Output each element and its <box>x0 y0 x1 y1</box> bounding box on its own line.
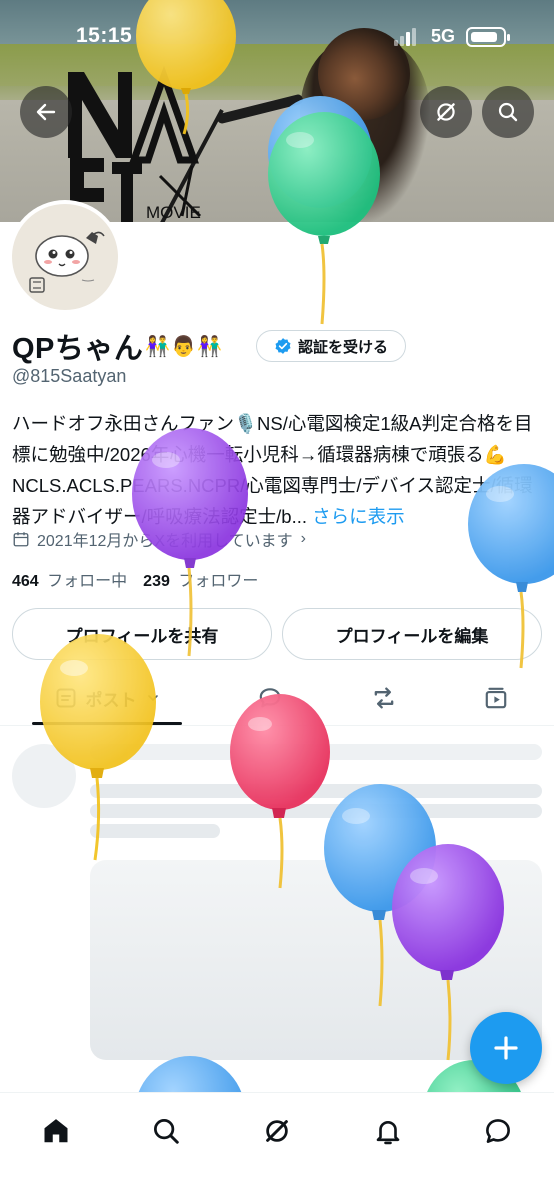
chevron-right-icon: › <box>300 530 306 547</box>
skeleton-line <box>90 784 542 798</box>
search-icon <box>154 1119 179 1144</box>
name-emoji: 👫👨👫 <box>145 334 224 358</box>
get-verified-button[interactable]: 認証を受ける <box>256 330 406 362</box>
bio-more-link[interactable]: さらに表示 <box>312 506 405 527</box>
grok-button[interactable] <box>420 86 472 138</box>
bio-text: ハードオフ永田さんファン🎙️NS/心電図検定1級A判定合格を目標に勉強中/202… <box>12 413 533 527</box>
tab-posts[interactable]: ポスト <box>32 670 182 726</box>
network-type: 5G <box>431 26 456 46</box>
chevron-down-icon <box>147 695 158 702</box>
nav-search[interactable] <box>142 1107 190 1155</box>
plus-icon <box>494 1036 518 1060</box>
back-button[interactable] <box>20 86 72 138</box>
active-tab-indicator <box>32 722 182 725</box>
avatar[interactable] <box>8 200 122 314</box>
compose-post-button[interactable] <box>470 1012 542 1084</box>
home-icon <box>44 1119 68 1143</box>
svg-text:MOVIE: MOVIE <box>146 203 201 222</box>
profile-tabs: ポスト <box>0 670 554 726</box>
search-icon <box>498 102 518 122</box>
tab-media[interactable] <box>466 670 526 726</box>
bio: ハードオフ永田さんファン🎙️NS/心電図検定1級A判定合格を目標に勉強中/202… <box>12 408 542 532</box>
handle: @815Saatyan <box>12 366 127 386</box>
nav-messages[interactable] <box>474 1107 522 1155</box>
skeleton-avatar <box>12 744 76 808</box>
grok-icon <box>437 103 455 121</box>
tab-reposts[interactable] <box>354 670 414 726</box>
nav-notifications[interactable] <box>364 1107 412 1155</box>
skeleton-line <box>90 744 542 760</box>
joined-date[interactable]: 2021年12月からXを利用しています › <box>12 528 306 550</box>
repost-icon <box>374 687 394 709</box>
banner-logo: MOVIE <box>68 66 202 222</box>
skeleton-line <box>90 824 220 838</box>
follow-stats: 464 フォロー中 239 フォロワー <box>12 567 258 591</box>
following-label: フォロー中 <box>47 573 128 590</box>
nav-grok[interactable] <box>253 1107 301 1155</box>
status-bar: 15:15 5G <box>0 0 554 72</box>
edit-profile-button[interactable]: プロフィールを編集 <box>282 608 542 660</box>
following-count: 464 <box>12 573 39 590</box>
tab-posts-label: ポスト <box>85 690 137 710</box>
skeleton-line <box>90 804 542 818</box>
status-time: 15:15 <box>76 24 133 47</box>
arrow-left-icon <box>36 103 56 121</box>
nav-home[interactable] <box>32 1107 80 1155</box>
posts-icon <box>56 688 75 708</box>
replies-icon <box>259 688 281 708</box>
battery-icon <box>466 27 510 47</box>
display-name: QPちゃん <box>12 333 144 365</box>
followers-count: 239 <box>143 573 170 590</box>
notifications-icon <box>376 1121 400 1145</box>
grok-icon <box>266 1120 288 1142</box>
avatar-illustration <box>29 231 105 293</box>
bottom-nav <box>0 1092 554 1200</box>
following-link[interactable]: 464 フォロー中 <box>12 567 127 591</box>
get-verified-label: 認証を受ける <box>297 338 388 356</box>
search-button[interactable] <box>482 86 534 138</box>
tab-replies[interactable] <box>240 670 300 726</box>
name-row: QPちゃん 👫👨👫 <box>12 326 223 366</box>
calendar-icon <box>13 532 29 547</box>
followers-link[interactable]: 239 フォロワー <box>143 567 258 591</box>
followers-label: フォロワー <box>178 573 259 590</box>
verified-badge-icon <box>275 338 291 354</box>
messages-icon <box>486 1119 510 1143</box>
signal-icon <box>394 28 416 46</box>
media-icon <box>485 687 507 709</box>
avatar-image <box>12 204 118 310</box>
joined-text: 2021年12月からXを利用しています <box>37 533 293 550</box>
share-profile-button[interactable]: プロフィールを共有 <box>12 608 272 660</box>
